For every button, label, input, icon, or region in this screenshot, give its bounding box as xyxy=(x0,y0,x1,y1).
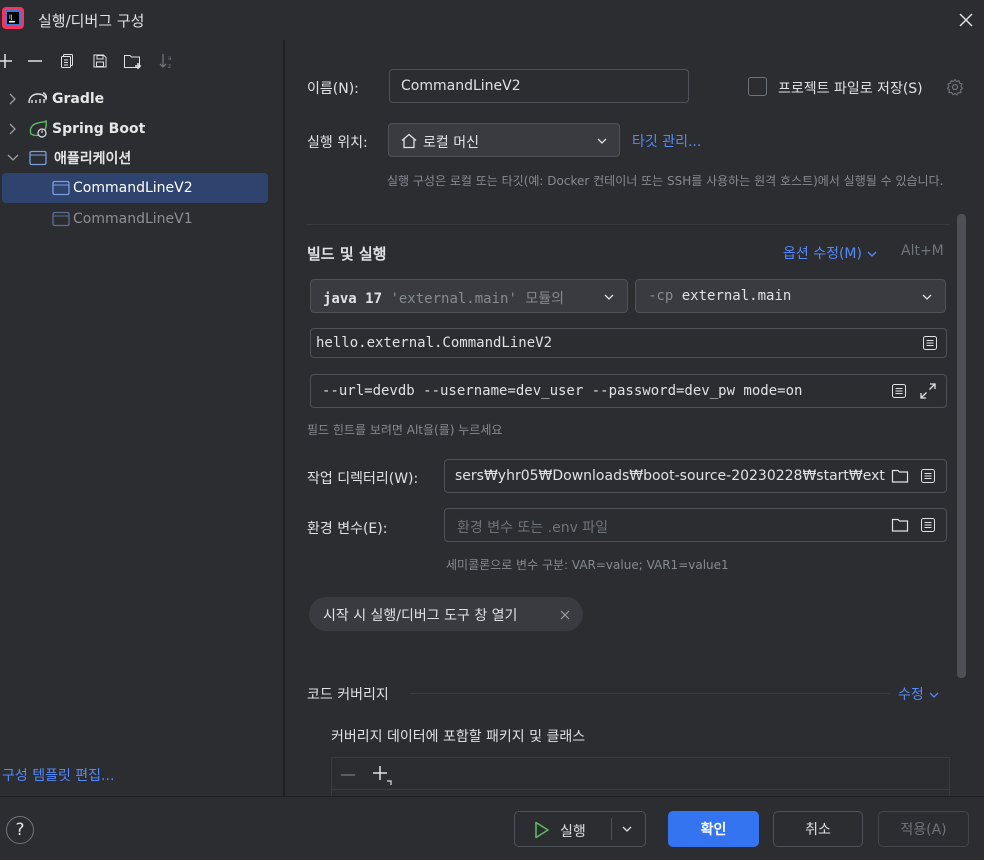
save-to-project-label[interactable]: 프로젝트 파일로 저장(S) xyxy=(778,78,923,98)
spring-boot-icon xyxy=(29,120,47,138)
vertical-divider xyxy=(284,40,285,796)
chevron-right-icon[interactable] xyxy=(6,92,20,106)
program-arguments-field[interactable]: --url=devdb --username=dev_user --passwo… xyxy=(310,374,947,408)
tree-item-gradle[interactable]: Gradle xyxy=(6,85,104,113)
jdk-name: java 17 xyxy=(323,291,383,307)
cancel-button[interactable]: 취소 xyxy=(773,811,863,847)
expand-icon[interactable] xyxy=(919,382,937,400)
tree-label-commandlinev2: CommandLineV2 xyxy=(73,180,193,196)
run-on-description: 실행 구성은 로컬 또는 타깃(예: Docker 컨테이너 또는 SSH를 사… xyxy=(387,174,944,188)
chevron-down-icon[interactable] xyxy=(621,823,633,835)
gradle-icon xyxy=(28,92,47,104)
cp-flag: -cp xyxy=(648,288,674,304)
tree-label-commandlinev1: CommandLineV1 xyxy=(73,211,193,227)
close-icon[interactable] xyxy=(560,610,570,620)
copy-icon[interactable] xyxy=(56,50,78,72)
intellij-logo-icon: IJ xyxy=(2,7,24,29)
working-dir-label: 작업 디렉터리(W): xyxy=(307,471,419,487)
svg-text:a: a xyxy=(168,55,172,62)
remove-icon[interactable] xyxy=(24,50,46,72)
tree-label-spring-boot: Spring Boot xyxy=(52,121,146,137)
save-to-project-checkbox[interactable] xyxy=(748,77,767,96)
env-vars-hint: 세미콜론으로 변수 구분: VAR=value; VAR1=value1 xyxy=(446,558,729,572)
coverage-title: 코드 커버리지 xyxy=(307,687,389,703)
chevron-down-icon xyxy=(597,138,607,144)
add-icon[interactable] xyxy=(0,50,16,72)
arguments-hint: 필드 힌트를 보려면 Alt을(를) 누르세요 xyxy=(307,423,503,437)
macros-icon[interactable] xyxy=(920,517,936,533)
divider xyxy=(307,224,950,225)
coverage-edit-link[interactable]: 수정 xyxy=(898,684,940,704)
tree-item-commandlinev1[interactable]: CommandLineV1 xyxy=(2,205,268,233)
application-icon xyxy=(29,150,47,166)
macros-icon[interactable] xyxy=(891,383,907,399)
divider xyxy=(410,693,890,694)
macros-icon[interactable] xyxy=(920,468,936,484)
scrollbar[interactable] xyxy=(957,214,966,678)
apply-button[interactable]: 적용(A) xyxy=(878,811,969,847)
chip-label: 시작 시 실행/디버그 도구 창 열기 xyxy=(323,608,518,624)
gear-icon[interactable] xyxy=(946,78,964,96)
modify-options-shortcut: Alt+M xyxy=(901,243,944,259)
application-config-icon xyxy=(52,211,70,227)
folder-icon[interactable] xyxy=(891,517,909,533)
main-class-field[interactable]: hello.external.CommandLineV2 xyxy=(310,328,947,358)
run-on-value: 로컬 머신 xyxy=(423,135,479,151)
window-title: 실행/디버그 구성 xyxy=(38,12,145,30)
save-icon[interactable] xyxy=(89,50,111,72)
title-bar xyxy=(0,0,984,40)
env-vars-field[interactable]: 환경 변수 또는 .env 파일 xyxy=(444,508,947,542)
env-vars-placeholder: 환경 변수 또는 .env 파일 xyxy=(457,520,609,536)
chevron-down-icon xyxy=(604,294,614,300)
working-dir-field[interactable]: sers₩yhr05₩Downloads₩boot-source-2023022… xyxy=(444,459,947,493)
main-class-value: hello.external.CommandLineV2 xyxy=(316,335,553,351)
chevron-down-icon xyxy=(922,294,932,300)
run-on-select[interactable]: 로컬 머신 xyxy=(388,123,620,157)
run-button-label: 실행 xyxy=(560,824,586,840)
tree-label-application: 애플리케이션 xyxy=(54,151,132,167)
cp-value: external.main xyxy=(681,288,792,304)
run-icon xyxy=(535,821,549,839)
chevron-down-icon xyxy=(929,692,939,698)
classpath-select[interactable]: -cp external.main xyxy=(635,279,946,313)
tree-item-commandlinev2[interactable]: CommandLineV2 xyxy=(2,173,268,203)
build-run-title: 빌드 및 실행 xyxy=(307,245,387,263)
chevron-down-icon xyxy=(867,251,877,257)
run-button[interactable]: 실행 xyxy=(514,811,646,847)
name-input[interactable]: CommandLineV2 xyxy=(389,69,689,103)
jdk-module: 'external.main' xyxy=(390,291,517,307)
open-tool-window-chip[interactable]: 시작 시 실행/디버그 도구 창 열기 xyxy=(309,597,583,631)
close-icon[interactable] xyxy=(952,8,980,32)
remove-icon[interactable] xyxy=(340,767,356,783)
jdk-select[interactable]: java 17 'external.main' 모듈의 xyxy=(310,279,628,313)
manage-targets-link[interactable]: 타깃 관리... xyxy=(632,131,701,151)
working-dir-value: sers₩yhr05₩Downloads₩boot-source-2023022… xyxy=(455,468,885,484)
tree-item-application[interactable]: 애플리케이션 xyxy=(6,144,131,172)
program-arguments-value: --url=devdb --username=dev_user --passwo… xyxy=(322,383,803,399)
new-folder-icon[interactable] xyxy=(122,50,144,72)
env-vars-label: 환경 변수(E): xyxy=(307,521,388,537)
coverage-packages-label: 커버리지 데이터에 포함할 패키지 및 클래스 xyxy=(331,729,586,745)
name-label: 이름(N): xyxy=(307,81,359,97)
application-config-icon xyxy=(52,180,70,196)
folder-icon[interactable] xyxy=(891,468,909,484)
sort-icon[interactable]: az xyxy=(156,50,178,72)
modify-options-link[interactable]: 옵션 수정(M) xyxy=(783,243,878,263)
tree-item-spring-boot[interactable]: Spring Boot xyxy=(6,115,145,143)
modify-options-label: 옵션 수정(M) xyxy=(783,246,862,262)
chevron-down-icon[interactable] xyxy=(6,151,20,165)
ok-button[interactable]: 확인 xyxy=(668,811,759,847)
svg-text:IJ: IJ xyxy=(9,14,13,21)
help-button[interactable]: ? xyxy=(6,816,34,844)
tree-label-gradle: Gradle xyxy=(52,91,105,107)
run-on-label: 실행 위치: xyxy=(307,135,368,151)
home-icon xyxy=(401,133,417,149)
coverage-edit-label: 수정 xyxy=(898,687,924,703)
jdk-suffix: 모듈의 xyxy=(525,291,564,307)
chevron-right-icon[interactable] xyxy=(6,122,20,136)
edit-templates-link[interactable]: 구성 템플릿 편집... xyxy=(2,765,114,785)
svg-text:z: z xyxy=(168,63,171,70)
add-icon[interactable] xyxy=(372,765,392,785)
browse-icon[interactable] xyxy=(922,335,938,351)
